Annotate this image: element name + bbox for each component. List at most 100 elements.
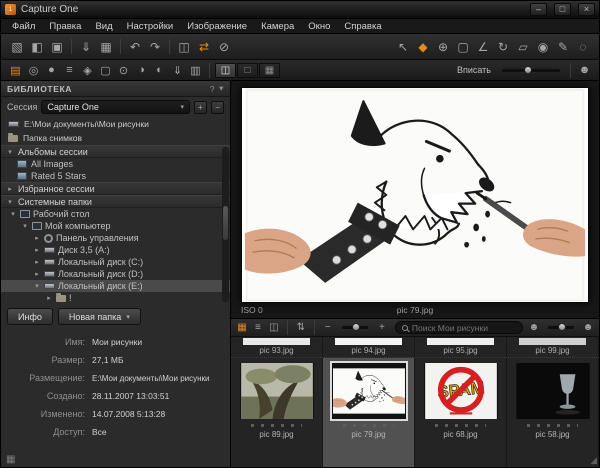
fit-zoom-label[interactable]: Вписать <box>457 65 491 75</box>
view-grid-button[interactable]: ▦ <box>259 62 280 78</box>
menu-help[interactable]: Справка <box>337 20 388 33</box>
tree-item-disk-d[interactable]: ▸ Локальный диск (D:) <box>1 268 230 280</box>
undo-icon[interactable]: ↶ <box>125 38 145 56</box>
naming-icon[interactable]: ≡ <box>61 63 78 78</box>
menu-view[interactable]: Вид <box>88 20 119 33</box>
zoom-in-icon[interactable]: + <box>375 321 389 335</box>
camera-icon[interactable]: ◎ <box>25 63 42 78</box>
chevron-right-icon[interactable]: ▸ <box>6 185 14 193</box>
chevron-down-icon[interactable]: ▾ <box>33 282 41 290</box>
favorites-section-header[interactable]: ▸ Избранное сессии <box>1 182 230 195</box>
rating-filter-slider-knob[interactable] <box>557 323 566 331</box>
styles-icon[interactable]: ◈ <box>79 63 96 78</box>
user-filter-icon[interactable]: ☻ <box>527 321 541 335</box>
panel-settings-icon[interactable]: ▦ <box>6 454 15 465</box>
zoom-out-icon[interactable]: − <box>321 321 335 335</box>
rating-dots[interactable] <box>527 424 578 427</box>
search-box[interactable] <box>394 321 523 334</box>
overlay-tool-icon[interactable]: ▱ <box>513 38 533 56</box>
apply-adjustments-icon[interactable]: ⇄ <box>194 38 214 56</box>
tree-item-floppy-a[interactable]: ▸ Диск 3,5 (A:) <box>1 244 230 256</box>
spot-tool-icon[interactable]: ◉ <box>533 38 553 56</box>
sort-icon[interactable]: ⇅ <box>294 321 308 335</box>
system-folders-section-header[interactable]: ▾ Системные папки <box>1 195 230 208</box>
close-button[interactable]: × <box>578 3 595 16</box>
user-account-icon[interactable]: ☻ <box>581 321 595 335</box>
menu-image[interactable]: Изображение <box>180 20 254 33</box>
library-tab-icon[interactable]: ▤ <box>7 63 24 78</box>
help-icon[interactable]: ? <box>210 84 215 94</box>
session-dropdown[interactable]: Capture One ▾ <box>41 100 190 114</box>
thumbnail-size-slider[interactable] <box>341 323 368 331</box>
tree-item-desktop[interactable]: ▾ Рабочий стол <box>1 208 230 220</box>
new-session-icon[interactable]: ▧ <box>7 38 27 56</box>
user-account-icon[interactable]: ☻ <box>576 63 593 78</box>
tree-item-control-panel[interactable]: ▸ Панель управления <box>1 232 230 244</box>
rating-dots[interactable] <box>251 424 302 427</box>
open-icon[interactable]: ◧ <box>27 38 47 56</box>
draw-mask-tool-icon[interactable]: ✎ <box>553 38 573 56</box>
tree-item-subfolder[interactable]: ▸ ! <box>1 292 230 304</box>
albums-section-header[interactable]: ▾ Альбомы сессии <box>1 145 230 158</box>
resize-grip[interactable]: ◢ <box>590 455 597 466</box>
info-button[interactable]: Инфо <box>7 308 53 325</box>
chevron-right-icon[interactable]: ▸ <box>33 270 41 278</box>
import-icon[interactable]: ⇓ <box>76 38 96 56</box>
adjust-icon[interactable]: ◐ <box>151 63 168 78</box>
thumbnail-cell[interactable]: pic 93.jpg <box>231 337 323 357</box>
straighten-tool-icon[interactable]: ∠ <box>473 38 493 56</box>
chevron-right-icon[interactable]: ▸ <box>33 234 41 242</box>
copy-adjustments-icon[interactable]: ◫ <box>174 38 194 56</box>
menu-edit[interactable]: Правка <box>42 20 88 33</box>
thumbnail-cell[interactable]: pic 99.jpg <box>507 337 599 357</box>
rotate-tool-icon[interactable]: ↻ <box>493 38 513 56</box>
focus-icon[interactable]: ⊙ <box>115 63 132 78</box>
view-single-button[interactable]: □ <box>237 62 258 78</box>
print-icon[interactable]: ▦ <box>96 38 116 56</box>
redo-icon[interactable]: ↷ <box>145 38 165 56</box>
viewer-image[interactable] <box>241 87 589 303</box>
menu-window[interactable]: Окно <box>301 20 337 33</box>
menu-settings[interactable]: Настройки <box>120 20 181 33</box>
session-remove-button[interactable]: − <box>211 100 224 114</box>
thumbnail-cell[interactable]: pic 94.jpg <box>323 337 415 357</box>
exposure-icon[interactable]: ◑ <box>133 63 150 78</box>
tree-item-my-computer[interactable]: ▾ Мой компьютер <box>1 220 230 232</box>
list-view-icon[interactable]: ≡ <box>251 321 265 335</box>
capture-folder-row[interactable]: Папка снимков <box>1 131 230 145</box>
save-icon[interactable]: ▣ <box>47 38 67 56</box>
rating-dots[interactable] <box>343 424 394 427</box>
thumbnail-cell-pic68[interactable]: SPAM pic 68.jpg <box>415 358 507 467</box>
thumbnail-cell[interactable]: pic 95.jpg <box>415 337 507 357</box>
menu-file[interactable]: Файл <box>5 20 42 33</box>
album-rated-5-stars[interactable]: Rated 5 Stars <box>1 170 230 182</box>
crop-tool-icon[interactable]: ▢ <box>453 38 473 56</box>
thumbnail-cell-pic58[interactable]: pic 58.jpg <box>507 358 599 467</box>
chevron-right-icon[interactable]: ▸ <box>33 246 41 254</box>
tree-item-disk-c[interactable]: ▸ Локальный диск (C:) <box>1 256 230 268</box>
thumbnail-cell-pic79-selected[interactable]: pic 79.jpg <box>323 358 415 467</box>
rating-filter-slider[interactable] <box>547 323 575 331</box>
grid-view-icon[interactable]: ▦ <box>235 321 249 335</box>
rating-dots[interactable] <box>435 424 486 427</box>
chevron-right-icon[interactable]: ▸ <box>33 258 41 266</box>
menu-camera[interactable]: Камера <box>254 20 301 33</box>
minimize-button[interactable]: – <box>530 3 547 16</box>
capture-icon[interactable]: ● <box>43 63 60 78</box>
cursor-tool-icon[interactable]: ↖ <box>393 38 413 56</box>
thumbnail-size-slider-knob[interactable] <box>351 323 360 331</box>
reset-adjustments-icon[interactable]: ⊘ <box>214 38 234 56</box>
library-scrollbar[interactable] <box>222 147 229 302</box>
zoom-tool-icon[interactable]: ⊕ <box>433 38 453 56</box>
maximize-button[interactable]: □ <box>554 3 571 16</box>
output-icon[interactable]: ⇓ <box>169 63 186 78</box>
erase-mask-tool-icon[interactable]: ◌ <box>573 38 593 56</box>
search-input[interactable] <box>411 322 516 333</box>
chevron-down-icon[interactable]: ▾ <box>6 198 14 206</box>
viewer-zoom-slider[interactable] <box>502 65 560 74</box>
chevron-down-icon[interactable]: ▾ <box>21 222 29 230</box>
chevron-down-icon[interactable]: ▾ <box>9 210 17 218</box>
batch-icon[interactable]: ▥ <box>187 63 204 78</box>
viewer-zoom-slider-knob[interactable] <box>524 65 533 74</box>
chevron-right-icon[interactable]: ▸ <box>45 294 53 302</box>
